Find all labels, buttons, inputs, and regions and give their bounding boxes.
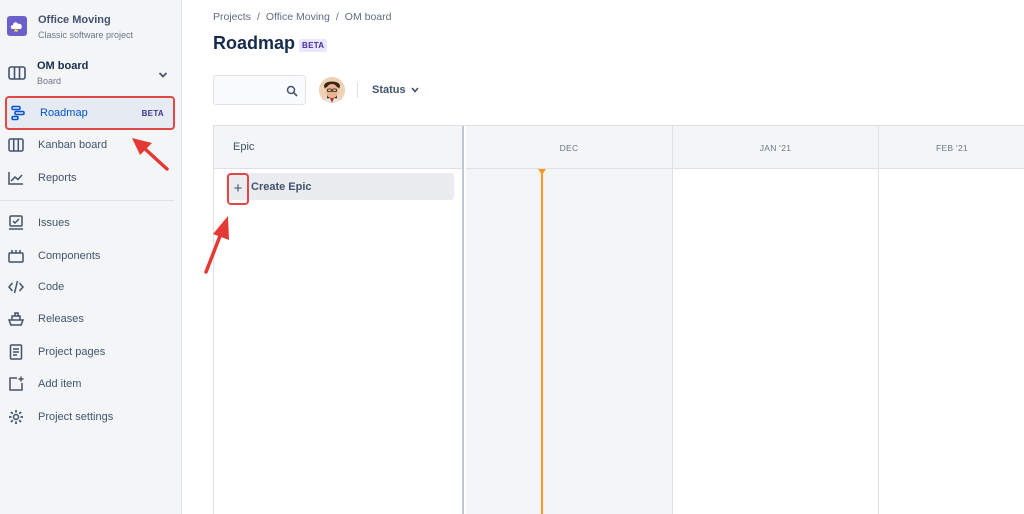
board-icon [8, 65, 26, 81]
chevron-down-icon[interactable] [158, 66, 168, 84]
month-column: FEB '21 [879, 126, 1024, 514]
sidebar: Office Moving Classic software project O… [0, 0, 182, 514]
board-selector[interactable]: OM board Board [8, 60, 168, 90]
toolbar-divider [357, 82, 358, 98]
search-input[interactable] [213, 75, 306, 105]
avatar[interactable] [319, 77, 345, 103]
breadcrumb-project[interactable]: Office Moving [266, 11, 330, 23]
sidebar-item-roadmap[interactable]: Roadmap BETA [5, 96, 175, 130]
month-column: DEC [466, 126, 673, 514]
sidebar-item-components[interactable]: Components [8, 244, 174, 268]
settings-icon [8, 409, 24, 425]
sidebar-divider [0, 200, 174, 201]
sidebar-item-label: Kanban board [38, 139, 108, 151]
sidebar-item-label: Add item [38, 378, 82, 390]
chevron-down-icon [411, 87, 419, 93]
sidebar-item-label: Components [38, 250, 101, 262]
roadmap-icon [10, 105, 26, 121]
breadcrumb: Projects / Office Moving / OM board [213, 11, 391, 23]
roadmap-grid: Epic + Create Epic DEC JAN '21 FEB '21 [213, 125, 1024, 514]
sidebar-item-releases[interactable]: Releases [8, 307, 174, 331]
breadcrumb-separator: / [256, 11, 260, 23]
project-header[interactable]: Office Moving Classic software project [7, 14, 133, 41]
today-marker [541, 169, 543, 514]
issues-icon [8, 215, 24, 231]
breadcrumb-projects[interactable]: Projects [213, 11, 251, 23]
releases-icon [8, 311, 24, 327]
sidebar-item-label: Roadmap [40, 107, 88, 119]
kanban-icon [8, 137, 24, 153]
create-epic-button[interactable]: + Create Epic [226, 172, 454, 205]
breadcrumb-separator: / [335, 11, 339, 23]
breadcrumb-board[interactable]: OM board [345, 11, 392, 23]
epic-column-header: Epic [214, 126, 462, 169]
sidebar-item-add-item[interactable]: Add item [8, 372, 174, 396]
add-item-icon [8, 376, 24, 392]
epic-column: Epic + Create Epic [214, 126, 464, 514]
create-epic-label: Create Epic [251, 180, 312, 193]
beta-badge: BETA [299, 39, 328, 52]
month-header: FEB '21 [879, 126, 1024, 169]
pages-icon [8, 344, 24, 360]
project-type: Classic software project [38, 30, 134, 40]
annotation-arrow [204, 216, 229, 274]
project-name: Office Moving [38, 14, 111, 26]
board-subtitle: Board [37, 76, 62, 86]
board-name: OM board [37, 60, 89, 72]
month-header: DEC [466, 126, 672, 169]
beta-badge: BETA [141, 108, 164, 118]
sidebar-item-project-pages[interactable]: Project pages [8, 340, 174, 364]
search-icon [286, 84, 298, 102]
reports-icon [8, 170, 24, 186]
sidebar-item-label: Issues [38, 217, 70, 229]
annotation-arrow [132, 138, 169, 171]
sidebar-item-issues[interactable]: Issues [8, 211, 174, 235]
month-column: JAN '21 [673, 126, 879, 514]
page-title: Roadmap [213, 33, 296, 53]
project-avatar-icon [7, 16, 27, 36]
sidebar-item-label: Reports [38, 172, 77, 184]
timeline[interactable]: DEC JAN '21 FEB '21 [466, 126, 1024, 514]
sidebar-item-project-settings[interactable]: Project settings [8, 405, 174, 429]
today-marker-head [538, 169, 546, 175]
create-epic-plus[interactable]: + [227, 172, 249, 205]
month-header: JAN '21 [673, 126, 878, 169]
sidebar-item-label: Code [38, 281, 65, 293]
plus-icon: + [233, 180, 243, 197]
sidebar-item-label: Project settings [38, 411, 114, 423]
sidebar-item-label: Project pages [38, 346, 106, 358]
month-body [466, 169, 672, 514]
status-filter[interactable]: Status [372, 84, 419, 96]
sidebar-item-code[interactable]: Code [8, 275, 174, 299]
code-icon [8, 279, 24, 295]
sidebar-item-label: Releases [38, 313, 84, 325]
status-filter-label: Status [372, 84, 406, 96]
components-icon [8, 248, 24, 264]
